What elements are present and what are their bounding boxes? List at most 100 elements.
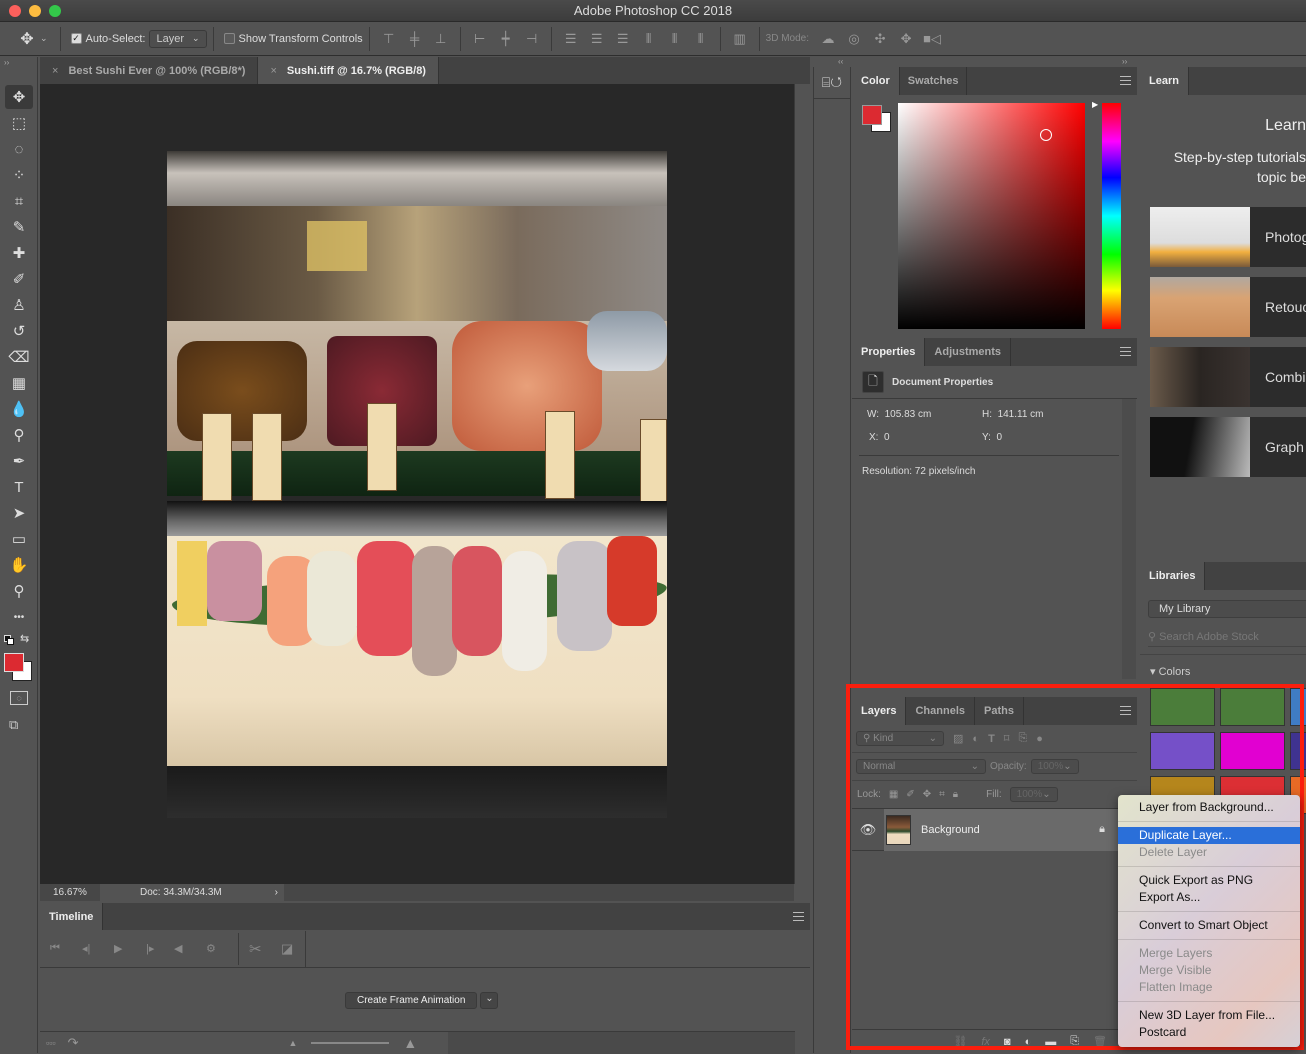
tab-adjustments[interactable]: Adjustments	[925, 338, 1012, 366]
zoom-out-icon[interactable]: ▲	[288, 1038, 297, 1048]
scale-3d-icon[interactable]: ■◁	[921, 28, 943, 50]
panel-menu-icon[interactable]	[793, 912, 804, 921]
zoom-in-icon[interactable]: ▲	[403, 1035, 417, 1051]
settings-gear-icon[interactable]: ⚙	[206, 942, 228, 955]
doc-tab-best-sushi[interactable]: × Best Sushi Ever @ 100% (RGB/8*)	[40, 57, 259, 84]
distribute-vertical-centers-icon[interactable]: ☰	[586, 28, 608, 50]
menu-item-duplicate-layer[interactable]: Duplicate Layer...	[1118, 827, 1300, 844]
hue-slider-handle[interactable]: ▶	[1092, 100, 1098, 109]
align-right-edges-icon[interactable]: ⊣	[521, 28, 543, 50]
blend-mode-dropdown[interactable]: Normal ⌄	[856, 759, 986, 774]
filter-adjustment-icon[interactable]: ◐	[972, 733, 979, 745]
distribute-top-icon[interactable]: ☰	[560, 28, 582, 50]
tab-swatches[interactable]: Swatches	[900, 67, 968, 95]
align-horizontal-centers-icon[interactable]: ┿	[495, 28, 517, 50]
collapse-toolbox-icon[interactable]: ››	[0, 57, 37, 68]
distribute-horizontal-centers-icon[interactable]: ⫴	[664, 28, 686, 50]
learn-card-photography[interactable]: Photog	[1150, 207, 1306, 267]
window-zoom-button[interactable]	[49, 5, 61, 17]
document-image[interactable]	[167, 151, 667, 818]
default-colors-icon[interactable]	[4, 635, 14, 645]
next-frame-icon[interactable]: |▸	[146, 942, 174, 955]
tab-channels[interactable]: Channels	[906, 697, 975, 725]
crop-tool[interactable]: ⌗	[5, 189, 33, 213]
link-layers-icon[interactable]: ⛓	[953, 1035, 967, 1048]
move-tool-preset-icon[interactable]: ✥	[16, 28, 38, 50]
rectangular-marquee-tool[interactable]: ⬚	[5, 111, 33, 135]
edit-toolbar[interactable]: •••	[5, 605, 33, 629]
tab-layers[interactable]: Layers	[852, 697, 907, 725]
window-close-button[interactable]	[9, 5, 21, 17]
layer-row-background[interactable]: 👁︎ Background 🔒︎	[852, 808, 1137, 851]
delete-layer-icon[interactable]: 🗑︎	[1093, 1035, 1107, 1048]
menu-item-convert-to-smart-object[interactable]: Convert to Smart Object	[1118, 917, 1300, 934]
type-tool[interactable]: T	[5, 475, 33, 499]
fill-field[interactable]: 100% ⌄	[1009, 787, 1058, 802]
layer-lock-icon[interactable]: 🔒︎	[1099, 823, 1105, 836]
lock-transparent-pixels-icon[interactable]: ▦	[889, 789, 898, 800]
hue-slider[interactable]	[1102, 103, 1121, 329]
quick-selection-tool[interactable]: ⁘	[5, 163, 33, 187]
lock-artboard-icon[interactable]: ⌗	[939, 789, 945, 800]
x-field[interactable]: X: 0	[869, 432, 890, 443]
chevron-right-icon[interactable]: ›	[275, 887, 278, 898]
clone-stamp-tool[interactable]: ♙	[5, 293, 33, 317]
filter-pixel-icon[interactable]: ▨	[953, 732, 963, 745]
canvas-vertical-scrollbar[interactable]	[794, 84, 810, 884]
library-dropdown[interactable]: My Library	[1148, 600, 1306, 618]
tab-timeline[interactable]: Timeline	[40, 903, 104, 930]
y-field[interactable]: Y: 0	[982, 432, 1002, 443]
transition-icon[interactable]: ◪	[281, 941, 301, 957]
panel-menu-icon[interactable]	[1120, 347, 1131, 356]
foreground-color-swatch[interactable]	[4, 653, 24, 672]
screen-mode-icon[interactable]: ⧉	[9, 717, 18, 733]
zoom-level[interactable]: 16.67%	[40, 887, 100, 898]
opacity-field[interactable]: 100% ⌄	[1030, 759, 1079, 774]
play-icon[interactable]: ▶	[114, 942, 146, 955]
animation-type-dropdown[interactable]: ⌄	[480, 992, 499, 1009]
tab-libraries[interactable]: Libraries	[1140, 562, 1206, 590]
filter-shape-icon[interactable]: ⌑	[1004, 732, 1010, 745]
tab-learn[interactable]: Learn	[1140, 67, 1189, 95]
new-layer-icon[interactable]: ⎘	[1070, 1035, 1079, 1048]
menu-item-layer-from-background[interactable]: Layer from Background...	[1118, 799, 1300, 816]
library-color-swatch[interactable]	[1150, 732, 1215, 770]
color-field[interactable]	[898, 103, 1085, 329]
pen-tool[interactable]: ✒	[5, 449, 33, 473]
properties-scrollbar[interactable]	[1122, 399, 1136, 679]
lock-position-icon[interactable]: ✥	[923, 789, 931, 800]
tab-paths[interactable]: Paths	[975, 697, 1024, 725]
previous-frame-icon[interactable]: ◂|	[82, 942, 114, 955]
colors-section-header[interactable]: ▾ Colors	[1150, 665, 1190, 678]
library-color-swatch[interactable]	[1290, 688, 1306, 726]
audio-icon[interactable]: ◀	[174, 942, 206, 955]
menu-item-new-3d-layer-from-file[interactable]: New 3D Layer from File...	[1118, 1007, 1300, 1024]
foreground-color-chip[interactable]	[862, 105, 882, 125]
color-picker-cursor[interactable]	[1040, 129, 1052, 141]
zoom-tool[interactable]: ⚲	[5, 579, 33, 603]
height-field[interactable]: H: 141.11 cm	[982, 409, 1044, 420]
history-brush-tool[interactable]: ↺	[5, 319, 33, 343]
library-color-swatch[interactable]	[1150, 688, 1215, 726]
panel-menu-icon[interactable]	[1120, 76, 1131, 85]
create-frame-animation-button[interactable]: Create Frame Animation	[345, 992, 478, 1009]
tab-properties[interactable]: Properties	[852, 338, 926, 366]
search-adobe-stock-input[interactable]: ⚲ Search Adobe Stock	[1148, 630, 1306, 647]
show-transform-controls-checkbox[interactable]: Show Transform Controls	[223, 33, 363, 45]
drag-3d-icon[interactable]: ✣	[869, 28, 891, 50]
first-frame-icon[interactable]: ⏮	[50, 942, 82, 955]
swap-colors-icon[interactable]: ⇆	[20, 632, 29, 645]
blur-tool[interactable]: 💧	[5, 397, 33, 421]
render-video-icon[interactable]: ↷	[68, 1035, 79, 1051]
distribute-bottom-icon[interactable]: ☰	[612, 28, 634, 50]
window-minimize-button[interactable]	[29, 5, 41, 17]
checkbox-unchecked-icon[interactable]	[223, 33, 235, 44]
lock-image-pixels-icon[interactable]: ✐	[906, 789, 914, 800]
timeline-zoom-slider[interactable]	[311, 1041, 390, 1044]
library-color-swatch[interactable]	[1220, 688, 1285, 726]
learn-card-combining[interactable]: Combi	[1150, 347, 1306, 407]
brush-tool[interactable]: ✐	[5, 267, 33, 291]
width-field[interactable]: W: 105.83 cm	[867, 409, 931, 420]
library-color-swatch[interactable]	[1220, 732, 1285, 770]
convert-frame-icon[interactable]: ▫▫▫	[46, 1038, 56, 1048]
